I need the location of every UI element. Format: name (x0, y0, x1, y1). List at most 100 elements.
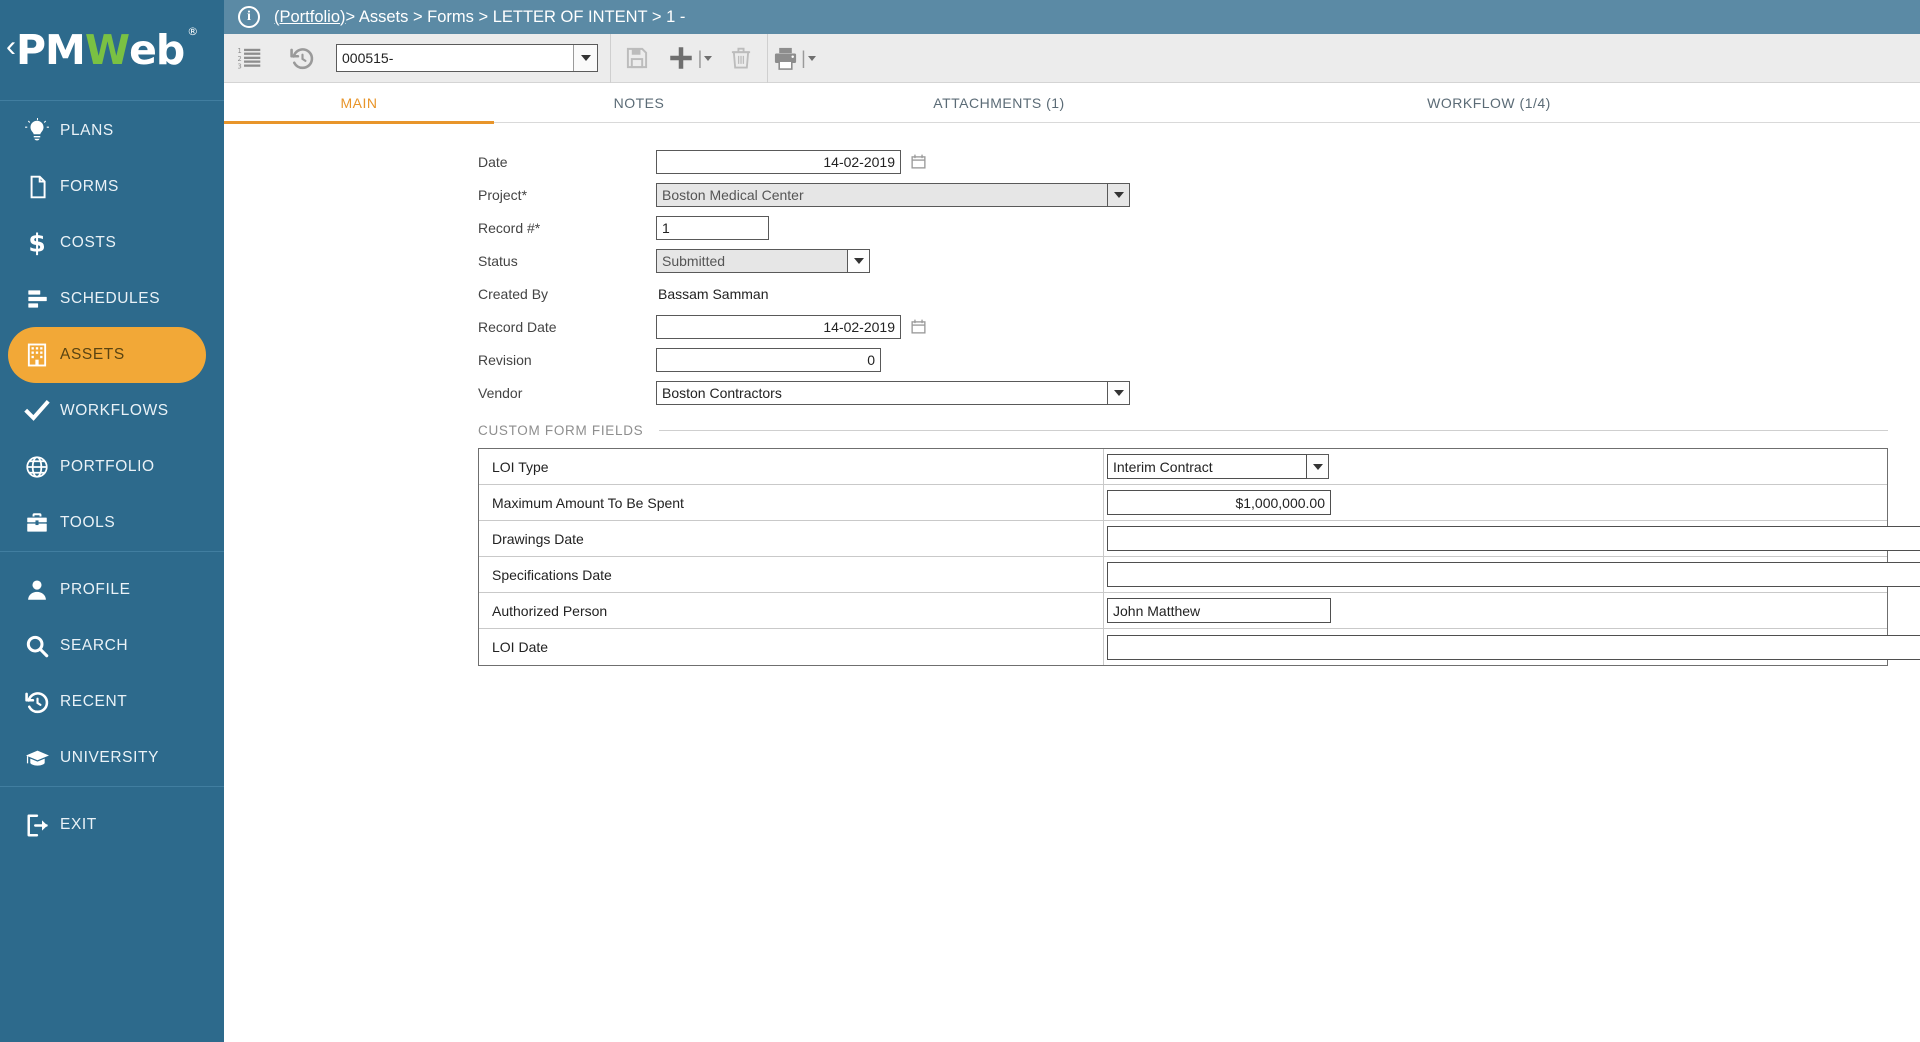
chevron-down-icon[interactable] (1108, 381, 1130, 405)
status-select[interactable]: Submitted (656, 249, 870, 273)
loi-type-select[interactable]: Interim Contract (1107, 454, 1329, 479)
logo-text-pm: PM (16, 30, 85, 71)
authorized-person-field[interactable]: John Matthew (1107, 598, 1331, 623)
field-name: Specifications Date (479, 557, 1104, 593)
field-name: LOI Date (479, 629, 1104, 665)
sidebar-item-university[interactable]: UNIVERSITY (0, 730, 224, 786)
search-icon (14, 633, 60, 659)
pmweb-logo[interactable]: ‹ PMWeb ® (0, 0, 224, 100)
tab-workflow[interactable]: WORKFLOW (1/4) (1214, 83, 1764, 123)
chevron-down-icon[interactable] (573, 45, 597, 71)
chevron-down-icon[interactable] (1307, 454, 1329, 479)
tab-label: NOTES (614, 95, 665, 111)
chevron-down-icon[interactable] (808, 56, 816, 61)
sidebar-item-label: RECENT (60, 693, 127, 711)
numbered-list-icon[interactable]: 1 2 3 (224, 34, 276, 83)
field-name: Authorized Person (479, 593, 1104, 629)
field-value-cell: Interim Contract (1104, 454, 1887, 479)
revision-field[interactable]: 0 (656, 348, 881, 372)
table-row: Specifications Date 22-10-2018 (479, 557, 1887, 593)
tab-main[interactable]: MAIN (224, 83, 494, 123)
sidebar-item-schedules[interactable]: SCHEDULES (0, 271, 224, 327)
save-button[interactable] (611, 34, 663, 83)
sidebar-item-search[interactable]: SEARCH (0, 618, 224, 674)
chevron-down-icon[interactable] (848, 249, 870, 273)
sidebar-spacer (0, 552, 224, 562)
add-button[interactable]: | (663, 34, 715, 83)
table-row: LOI Date 21-02-2019 (479, 629, 1887, 665)
custom-form-fields-title: CUSTOM FORM FIELDS (478, 423, 659, 438)
sidebar-item-exit[interactable]: EXIT (0, 797, 224, 853)
field-value-cell: $1,000,000.00 (1104, 490, 1887, 515)
history-icon (14, 689, 60, 716)
graduation-cap-icon (14, 745, 60, 772)
delete-button[interactable] (715, 34, 767, 83)
sidebar-item-forms[interactable]: FORMS (0, 159, 224, 215)
sidebar-item-label: ASSETS (60, 346, 125, 364)
tab-label: MAIN (341, 95, 378, 111)
field-row-created-by: Created By Bassam Samman (224, 277, 1920, 310)
calendar-icon[interactable] (910, 153, 927, 170)
info-icon[interactable]: i (238, 6, 260, 28)
sidebar-item-label: COSTS (60, 234, 116, 252)
chevron-down-icon[interactable] (704, 56, 712, 61)
field-row-record-no: Record #* 1 (224, 211, 1920, 244)
created-by-label: Created By (478, 286, 656, 302)
sidebar-item-plans[interactable]: PLANS (0, 103, 224, 159)
chevron-down-icon[interactable] (1108, 183, 1130, 207)
max-amount-field[interactable]: $1,000,000.00 (1107, 490, 1331, 515)
field-row-revision: Revision 0 (224, 343, 1920, 376)
vendor-select[interactable]: Boston Contractors (656, 381, 1130, 405)
sidebar-item-profile[interactable]: PROFILE (0, 562, 224, 618)
tab-notes[interactable]: NOTES (494, 83, 784, 123)
loi-date-field[interactable]: 21-02-2019 (1107, 635, 1920, 660)
gantt-icon (14, 286, 60, 312)
table-row: LOI Type Interim Contract (479, 449, 1887, 485)
sidebar-collapse-icon[interactable]: ‹ (6, 32, 16, 62)
main-content: i (Portfolio) > Assets > Forms > LETTER … (224, 0, 1920, 1042)
toolbar: 1 2 3 000515- (224, 34, 1920, 83)
tab-attachments[interactable]: ATTACHMENTS (1) (784, 83, 1214, 123)
add-split-divider: | (698, 48, 703, 69)
tab-bar: MAIN NOTES ATTACHMENTS (1) WORKFLOW (1/4… (224, 83, 1920, 123)
breadcrumb-portfolio-link[interactable]: (Portfolio) (274, 8, 346, 27)
sidebar-item-portfolio[interactable]: PORTFOLIO (0, 439, 224, 495)
loi-type-value: Interim Contract (1107, 454, 1307, 479)
date-field[interactable]: 14-02-2019 (656, 150, 901, 174)
field-row-vendor: Vendor Boston Contractors (224, 376, 1920, 409)
table-row: Maximum Amount To Be Spent $1,000,000.00 (479, 485, 1887, 521)
logo-text-eb: eb (129, 30, 184, 71)
sidebar-item-label: TOOLS (60, 514, 115, 532)
field-value-cell: 22-10-2018 (1104, 562, 1920, 587)
record-no-field[interactable]: 1 (656, 216, 769, 240)
record-date-field[interactable]: 14-02-2019 (656, 315, 901, 339)
sidebar-item-recent[interactable]: RECENT (0, 674, 224, 730)
field-value-cell: John Matthew (1104, 598, 1887, 623)
print-button[interactable]: | (768, 34, 820, 83)
sidebar-item-workflows[interactable]: WORKFLOWS (0, 383, 224, 439)
toolbox-icon (14, 510, 60, 536)
record-selector[interactable]: 000515- (336, 44, 598, 72)
drawings-date-field[interactable]: 15-10-2018 (1107, 526, 1920, 551)
project-select[interactable]: Boston Medical Center (656, 183, 1130, 207)
field-row-project: Project* Boston Medical Center (224, 178, 1920, 211)
date-label: Date (478, 154, 656, 170)
sidebar-item-tools[interactable]: TOOLS (0, 495, 224, 551)
sidebar-item-assets[interactable]: ASSETS (8, 327, 206, 383)
specifications-date-field[interactable]: 22-10-2018 (1107, 562, 1920, 587)
sidebar-item-label: UNIVERSITY (60, 749, 159, 767)
calendar-icon[interactable] (910, 318, 927, 335)
sidebar-item-label: EXIT (60, 816, 97, 834)
status-label: Status (478, 253, 656, 269)
custom-form-fields-header: CUSTOM FORM FIELDS (224, 423, 1920, 438)
sidebar-item-costs[interactable]: $ COSTS (0, 215, 224, 271)
record-date-label: Record Date (478, 319, 656, 335)
history-icon[interactable] (276, 34, 328, 83)
sidebar-nav: PLANS FORMS $ COSTS (0, 101, 224, 853)
created-by-value: Bassam Samman (656, 286, 768, 302)
table-row: Drawings Date 15-10-2018 (479, 521, 1887, 557)
lightbulb-icon (14, 118, 60, 144)
person-icon (14, 577, 60, 603)
vendor-value: Boston Contractors (656, 381, 1108, 405)
building-icon (14, 341, 60, 369)
